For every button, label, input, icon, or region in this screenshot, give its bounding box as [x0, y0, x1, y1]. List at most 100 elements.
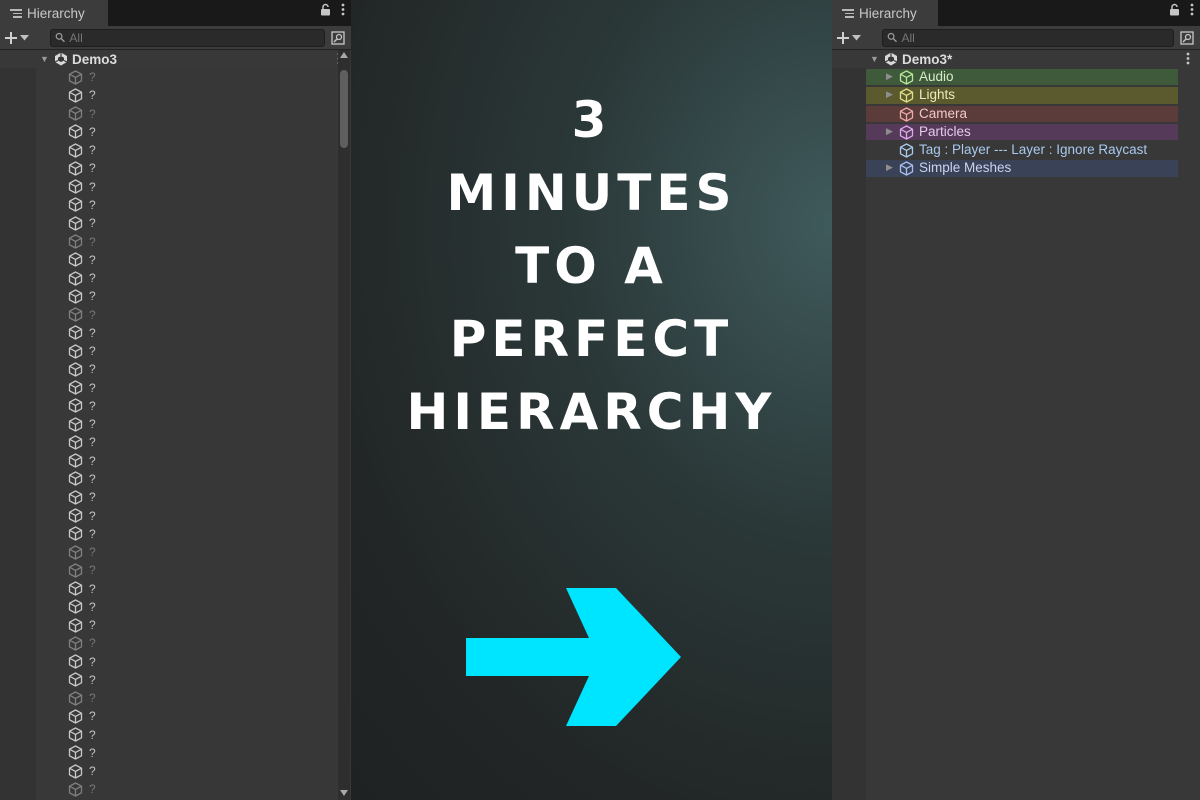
more-options-icon[interactable] — [1190, 3, 1194, 16]
list-item[interactable]: ▶ Lights — [832, 86, 1200, 104]
title-line: MINUTES — [446, 164, 737, 222]
scrollbar-thumb[interactable] — [340, 70, 348, 148]
hierarchy-tree: ???????????????????????????????????????? — [0, 68, 351, 800]
list-item[interactable]: ▶ Particles — [832, 123, 1200, 141]
gameobject-cube-icon — [68, 654, 83, 669]
foldout-collapsed-icon[interactable]: ▶ — [886, 126, 893, 137]
hierarchy-tab[interactable]: Hierarchy — [832, 0, 938, 26]
gameobject-cube-icon — [68, 453, 83, 468]
search-field[interactable] — [50, 28, 325, 47]
list-item[interactable]: ? — [68, 287, 337, 305]
item-label: ? — [89, 325, 96, 340]
unity-scene-icon — [884, 52, 898, 66]
unity-scene-icon — [54, 52, 68, 66]
list-item[interactable]: ? — [68, 397, 337, 415]
item-label: ? — [89, 654, 96, 669]
list-item[interactable]: ? — [68, 726, 337, 744]
list-item[interactable]: ? — [68, 232, 337, 250]
search-field[interactable] — [882, 28, 1174, 47]
list-item[interactable]: ? — [68, 342, 337, 360]
search-input[interactable] — [69, 30, 324, 45]
scene-more-icon[interactable] — [1186, 52, 1190, 68]
foldout-collapsed-icon[interactable]: ▶ — [886, 89, 893, 100]
list-item[interactable]: ? — [68, 470, 337, 488]
item-label: ? — [89, 545, 96, 560]
list-item[interactable]: ? — [68, 433, 337, 451]
item-label: ? — [89, 197, 96, 212]
scene-row[interactable]: ▼ Demo3* — [832, 50, 1200, 68]
item-label: ? — [89, 70, 96, 85]
list-item[interactable]: ? — [68, 653, 337, 671]
foldout-collapsed-icon[interactable]: ▶ — [886, 162, 893, 173]
list-item[interactable]: ? — [68, 780, 337, 798]
item-label: ? — [89, 581, 96, 596]
list-item[interactable]: ? — [68, 598, 337, 616]
hierarchy-list-icon — [10, 8, 22, 18]
list-item[interactable]: ? — [68, 105, 337, 123]
gameobject-cube-icon — [68, 179, 83, 194]
list-item[interactable]: ? — [68, 488, 337, 506]
hierarchy-tab[interactable]: Hierarchy — [0, 0, 108, 26]
list-item[interactable]: ? — [68, 379, 337, 397]
search-input[interactable] — [901, 30, 1173, 45]
item-label: ? — [89, 417, 96, 432]
foldout-collapsed-icon[interactable]: ▶ — [886, 71, 893, 82]
list-item[interactable]: ? — [68, 141, 337, 159]
list-item[interactable]: ? — [68, 762, 337, 780]
scene-search-button[interactable] — [329, 29, 347, 47]
item-label: ? — [89, 563, 96, 578]
gameobject-cube-icon — [68, 636, 83, 651]
list-item[interactable]: ? — [68, 744, 337, 762]
item-label: ? — [89, 745, 96, 760]
list-item[interactable]: ? — [68, 561, 337, 579]
item-label: ? — [89, 435, 96, 450]
list-item[interactable]: Tag : Player --- Layer : Ignore Raycast — [832, 141, 1200, 159]
gameobject-cube-icon — [68, 691, 83, 706]
list-item[interactable]: ? — [68, 634, 337, 652]
lock-icon[interactable] — [1169, 3, 1180, 16]
list-item[interactable]: ? — [68, 68, 337, 86]
scene-row[interactable]: ▼ Demo3 — [0, 50, 351, 68]
item-label: ? — [89, 307, 96, 322]
list-item[interactable]: ? — [68, 579, 337, 597]
more-options-icon[interactable] — [341, 3, 345, 16]
list-item[interactable]: ? — [68, 616, 337, 634]
scene-search-button[interactable] — [1178, 29, 1196, 47]
list-item[interactable]: ? — [68, 305, 337, 323]
foldout-expanded-icon[interactable]: ▼ — [870, 54, 880, 64]
gameobject-cube-icon — [68, 88, 83, 103]
foldout-expanded-icon[interactable]: ▼ — [40, 54, 50, 64]
item-label: Camera — [919, 105, 968, 121]
list-item[interactable]: ? — [68, 178, 337, 196]
list-item[interactable]: ? — [68, 707, 337, 725]
list-item[interactable]: ? — [68, 123, 337, 141]
list-item[interactable]: ? — [68, 86, 337, 104]
scene-name: Demo3 — [72, 51, 118, 67]
list-item[interactable]: ? — [68, 214, 337, 232]
list-item[interactable]: Camera — [832, 105, 1200, 123]
list-item[interactable]: ? — [68, 543, 337, 561]
create-dropdown-button[interactable] — [4, 31, 44, 45]
scroll-up-arrow-icon[interactable] — [340, 52, 348, 58]
list-item[interactable]: ? — [68, 251, 337, 269]
list-item[interactable]: ▶ Audio — [832, 68, 1200, 86]
list-item[interactable]: ▶ Simple Meshes — [832, 159, 1200, 177]
list-item[interactable]: ? — [68, 360, 337, 378]
item-label: ? — [89, 636, 96, 651]
list-item[interactable]: ? — [68, 506, 337, 524]
list-item[interactable]: ? — [68, 671, 337, 689]
lock-icon[interactable] — [320, 3, 331, 16]
list-item[interactable]: ? — [68, 269, 337, 287]
list-item[interactable]: ? — [68, 196, 337, 214]
gameobject-cube-icon — [68, 252, 83, 267]
list-item[interactable]: ? — [68, 689, 337, 707]
create-dropdown-button[interactable] — [836, 31, 876, 45]
gameobject-cube-icon — [68, 709, 83, 724]
list-item[interactable]: ? — [68, 159, 337, 177]
list-item[interactable]: ? — [68, 415, 337, 433]
scroll-down-arrow-icon[interactable] — [340, 790, 348, 796]
list-item[interactable]: ? — [68, 324, 337, 342]
list-item[interactable]: ? — [68, 525, 337, 543]
vertical-scrollbar[interactable] — [338, 50, 350, 800]
list-item[interactable]: ? — [68, 452, 337, 470]
